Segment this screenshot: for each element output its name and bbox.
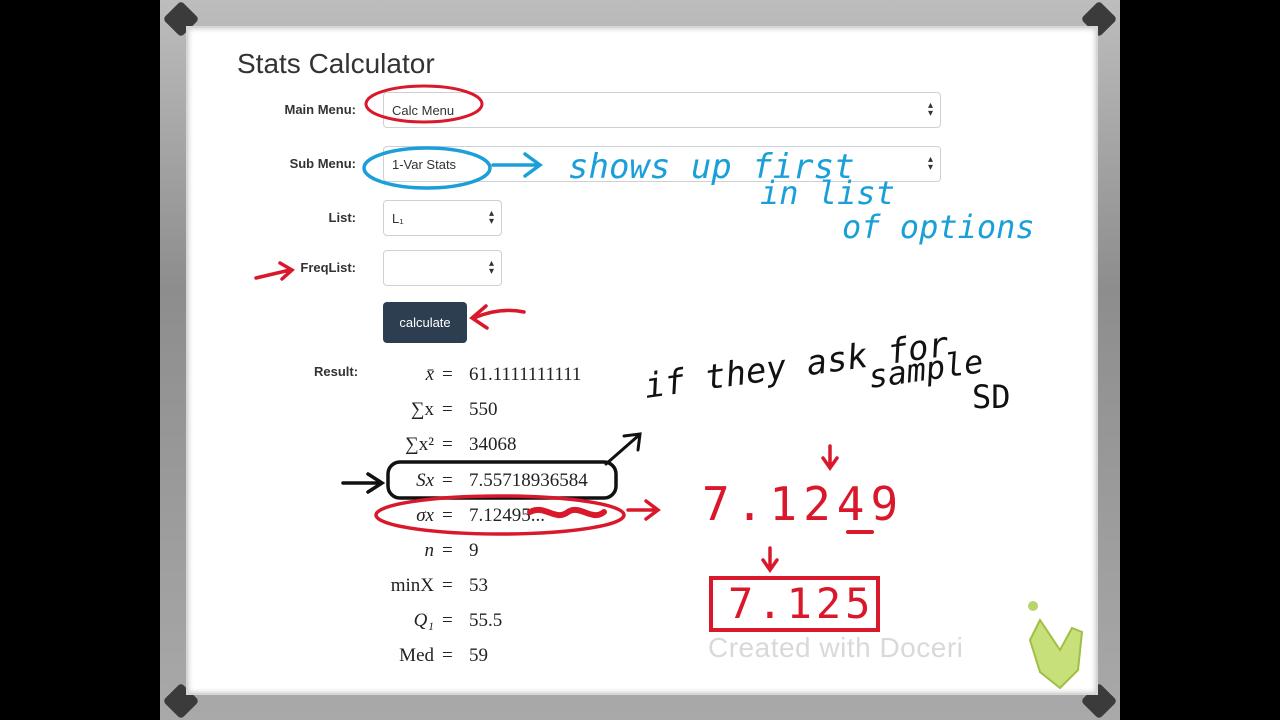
result-row: Q₁ = 55.5 xyxy=(370,610,630,640)
sub-menu-label: Sub Menu: xyxy=(289,156,356,171)
result-row: ∑x = 550 xyxy=(370,399,630,429)
equals-sign: = xyxy=(442,434,453,455)
list-select[interactable]: L₁ ▴ ▾ xyxy=(383,200,502,236)
result-symbol: Sx xyxy=(416,470,434,491)
main-menu-label: Main Menu: xyxy=(284,102,357,117)
page-title: Stats Calculator xyxy=(237,48,435,79)
result-value: 7.12495... xyxy=(469,505,545,526)
chevron-updown-icon: ▴ ▾ xyxy=(927,154,933,173)
result-value: 59 xyxy=(469,645,488,666)
sub-menu-select[interactable]: 1-Var Stats ▴ ▾ xyxy=(383,146,941,182)
result-value: 55.5 xyxy=(469,610,503,631)
calculator-page xyxy=(228,42,954,666)
result-value: 34068 xyxy=(469,434,517,455)
result-symbol: σx xyxy=(416,505,434,526)
list-value: L₁ xyxy=(392,210,404,226)
result-row: x̄ = 61.1111111111 xyxy=(370,364,630,394)
freqlist-label: FreqList: xyxy=(300,260,356,275)
doceri-watermark: Created with Doceri xyxy=(708,632,964,663)
equals-sign: = xyxy=(442,470,453,491)
chevron-updown-icon: ▴ ▾ xyxy=(488,208,494,227)
result-symbol: Med xyxy=(399,645,434,666)
equals-sign: = xyxy=(442,364,453,385)
calculate-button[interactable]: calculate xyxy=(383,302,467,343)
equals-sign: = xyxy=(442,645,453,666)
result-row: Med = 59 xyxy=(370,645,630,675)
equals-sign: = xyxy=(442,540,453,561)
result-value: 61.1111111111 xyxy=(469,364,582,385)
result-value: 7.55718936584 xyxy=(469,470,588,491)
result-value: 53 xyxy=(469,575,488,596)
result-row: σx = 7.12495... xyxy=(370,505,630,535)
result-label: Result: xyxy=(314,364,359,379)
equals-sign: = xyxy=(442,610,453,631)
result-symbol: Q₁ xyxy=(413,610,434,631)
equals-sign: = xyxy=(442,505,453,526)
result-row: minX = 53 xyxy=(370,575,630,605)
main-menu-value: Calc Menu xyxy=(392,102,455,118)
chevron-updown-icon: ▴ ▾ xyxy=(927,100,933,119)
equals-sign: = xyxy=(442,575,453,596)
sub-menu-value: 1-Var Stats xyxy=(392,156,457,172)
result-symbol: ∑x² xyxy=(405,434,434,455)
result-symbol: ∑x xyxy=(410,399,434,420)
equals-sign: = xyxy=(442,399,453,420)
chevron-updown-icon: ▴ ▾ xyxy=(488,258,494,277)
result-value: 550 xyxy=(469,399,498,420)
result-row: ∑x² = 34068 xyxy=(370,434,630,464)
main-menu-select[interactable]: Calc Menu ▴ ▾ xyxy=(383,92,941,128)
result-symbol: n xyxy=(424,540,435,561)
result-row: n = 9 xyxy=(370,540,630,570)
list-label: List: xyxy=(328,210,356,225)
freqlist-select[interactable]: ▴ ▾ xyxy=(383,250,502,286)
result-row: Sx = 7.55718936584 xyxy=(370,470,630,500)
result-symbol: x̄ xyxy=(425,364,434,385)
result-symbol: minX xyxy=(390,575,434,596)
result-value: 9 xyxy=(469,540,479,561)
